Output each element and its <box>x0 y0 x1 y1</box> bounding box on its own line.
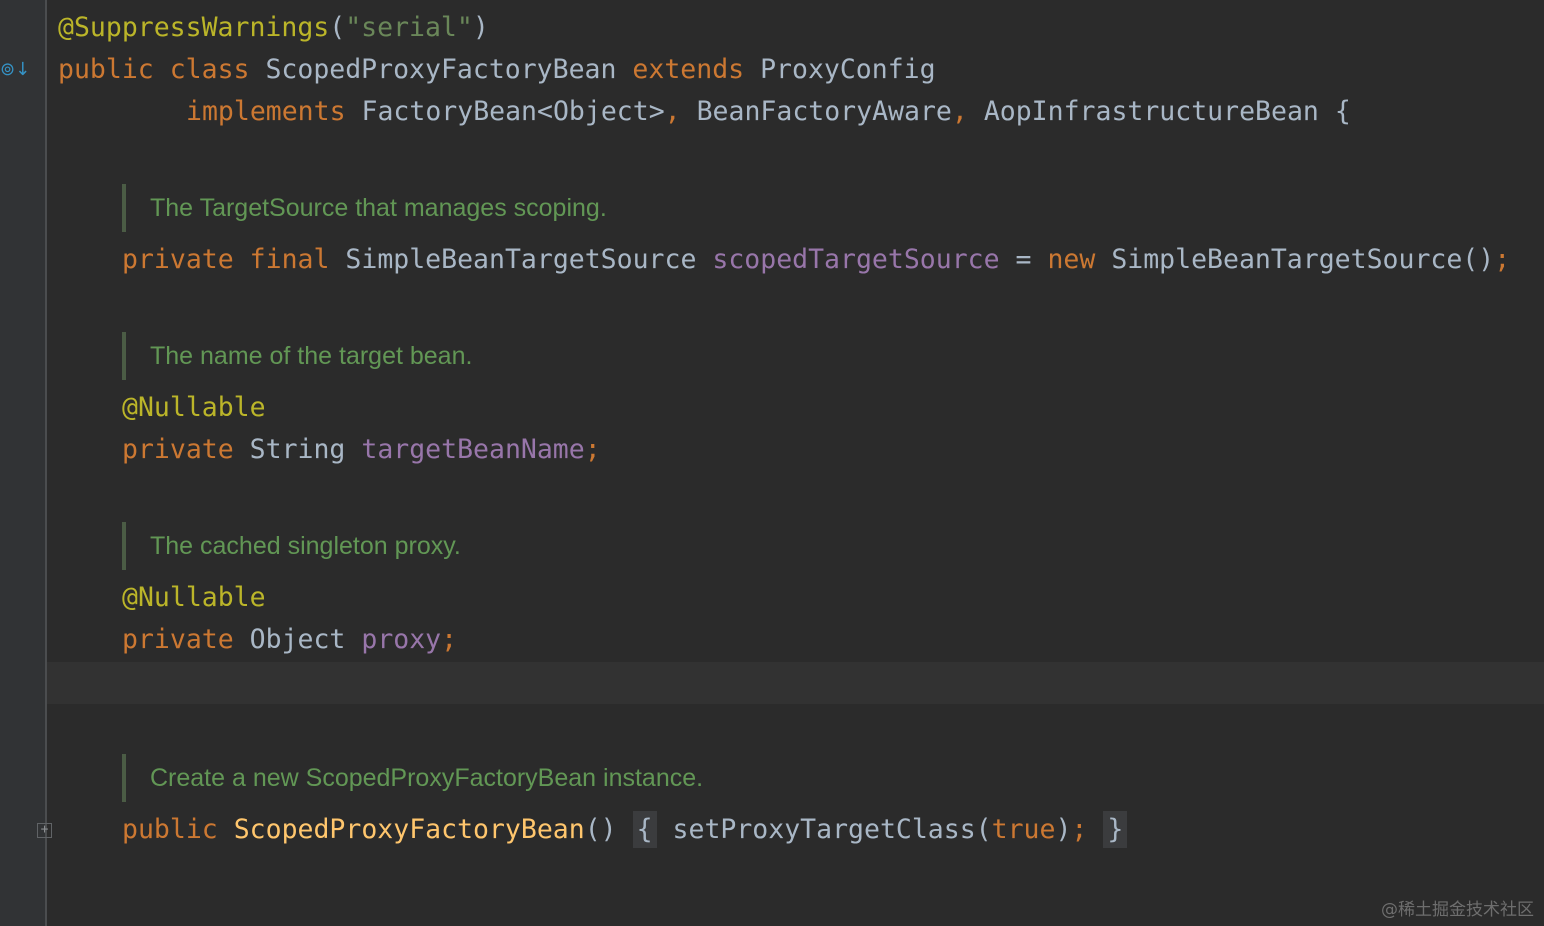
code-line-field-proxy[interactable]: private Object proxy; <box>122 619 457 661</box>
semicolon: ; <box>1494 244 1511 275</box>
rendered-doc-comment[interactable]: The TargetSource that manages scoping. <box>122 184 607 232</box>
watermark: @稀土掘金技术社区 <box>1381 900 1534 920</box>
code-line-field-scoped-target-source[interactable]: private final SimpleBeanTargetSource sco… <box>122 239 1510 281</box>
interface-aopinfrastructurebean: AopInfrastructureBean <box>983 96 1319 127</box>
code-line-field-target-bean-name[interactable]: private String targetBeanName; <box>122 429 601 471</box>
code-line-implements[interactable]: implements FactoryBean<Object>, BeanFact… <box>186 91 1351 133</box>
paren-close: ) <box>1055 814 1072 845</box>
string-literal: "serial" <box>345 12 473 43</box>
current-line-highlight <box>47 662 1544 704</box>
keyword-private: private <box>122 434 234 465</box>
keyword-public: public <box>58 54 154 85</box>
keyword-new: new <box>1047 244 1096 275</box>
type-name: Object <box>249 624 346 655</box>
code-line-annotation-nullable[interactable]: @Nullable <box>122 387 266 429</box>
keyword-true: true <box>991 814 1056 845</box>
class-name: ScopedProxyFactoryBean <box>265 54 617 85</box>
rendered-doc-comment[interactable]: Create a new ScopedProxyFactoryBean inst… <box>122 754 703 802</box>
code-line-class-declaration[interactable]: public class ScopedProxyFactoryBean exte… <box>58 49 936 91</box>
code-editor[interactable]: ⊚↓ + @SuppressWarnings("serial") public … <box>0 0 1544 926</box>
parens: () <box>584 814 617 845</box>
keyword-implements: implements <box>186 96 346 127</box>
field-name: proxy <box>361 624 442 655</box>
interface-beanfactoryaware: BeanFactoryAware <box>696 96 952 127</box>
keyword-private: private <box>122 244 234 275</box>
annotation-name: @SuppressWarnings <box>58 12 330 43</box>
annotation-nullable: @Nullable <box>122 392 266 423</box>
annotation-nullable: @Nullable <box>122 582 266 613</box>
code-line-constructor[interactable]: public ScopedProxyFactoryBean() { setPro… <box>122 809 1128 851</box>
folded-brace-close[interactable]: } <box>1103 811 1128 848</box>
type-name: String <box>249 434 346 465</box>
keyword-private: private <box>122 624 234 655</box>
keyword-public: public <box>122 814 218 845</box>
fold-expand-icon[interactable]: + <box>37 823 52 838</box>
constructor-name: ScopedProxyFactoryBean <box>233 814 585 845</box>
comma: , <box>951 96 968 127</box>
interface-factorybean: FactoryBean<Object> <box>361 96 665 127</box>
method-call: setProxyTargetClass( <box>672 814 992 845</box>
implemented-interface-icon[interactable]: ⊚↓ <box>0 58 30 82</box>
comma: , <box>664 96 681 127</box>
code-line-annotation[interactable]: @SuppressWarnings("serial") <box>58 7 489 49</box>
rendered-doc-comment[interactable]: The name of the target bean. <box>122 332 472 380</box>
constructor-call: SimpleBeanTargetSource() <box>1111 244 1495 275</box>
code-line-annotation-nullable[interactable]: @Nullable <box>122 577 266 619</box>
assign-operator: = <box>1015 244 1032 275</box>
keyword-final: final <box>249 244 330 275</box>
folded-brace-open[interactable]: { <box>632 811 657 848</box>
paren-close: ) <box>472 12 489 43</box>
rendered-doc-comment[interactable]: The cached singleton proxy. <box>122 522 461 570</box>
editor-gutter: ⊚↓ + <box>0 0 52 926</box>
keyword-class: class <box>169 54 250 85</box>
semicolon: ; <box>584 434 601 465</box>
semicolon: ; <box>1071 814 1088 845</box>
type-name: SimpleBeanTargetSource <box>345 244 697 275</box>
keyword-extends: extends <box>632 54 745 85</box>
field-name: scopedTargetSource <box>712 244 1000 275</box>
brace-open: { <box>1334 96 1351 127</box>
paren-open: ( <box>329 12 346 43</box>
superclass-name: ProxyConfig <box>760 54 936 85</box>
field-name: targetBeanName <box>361 434 585 465</box>
semicolon: ; <box>441 624 458 655</box>
